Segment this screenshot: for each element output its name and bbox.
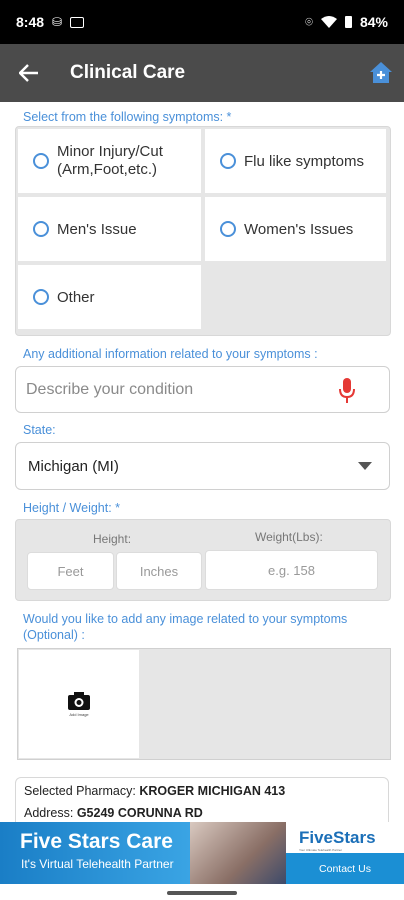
radio-icon — [33, 153, 49, 169]
inches-placeholder: Inches — [139, 563, 179, 579]
wifi-icon — [320, 16, 337, 28]
gesture-handle[interactable] — [167, 891, 237, 895]
additional-info-label: Any additional information related to yo… — [23, 347, 318, 361]
condition-input[interactable]: Describe your condition — [15, 366, 390, 413]
weight-placeholder: e.g. 158 — [268, 562, 315, 578]
symptom-label: Other — [57, 288, 95, 306]
height-label: Height: — [93, 532, 132, 546]
notification-icon: ⛁ — [52, 15, 63, 29]
image-upload-label-line1: Would you like to add any image related … — [23, 612, 348, 626]
radio-icon — [220, 221, 236, 237]
image-upload-label-line2: (Optional) : — [23, 628, 85, 642]
feet-input[interactable]: Feet — [27, 552, 114, 590]
symptom-label: Men's Issue — [57, 220, 137, 238]
back-arrow-icon — [19, 64, 38, 82]
symptom-label-line1: Minor Injury/Cut — [57, 143, 163, 160]
radio-icon — [33, 221, 49, 237]
form-content[interactable]: Select from the following symptoms: * Mi… — [0, 102, 404, 822]
ad-banner[interactable]: Five Stars Care It's Virtual Telehealth … — [0, 822, 404, 884]
symptom-label: Flu like symptoms — [244, 152, 365, 170]
navigation-bar — [0, 884, 404, 900]
image-upload-label: Would you like to add any image related … — [23, 611, 347, 643]
radio-icon — [220, 153, 236, 169]
home-icon[interactable] — [368, 59, 394, 85]
address-row: Address: G5249 CORUNNA RD — [24, 806, 380, 820]
app-bar: Clinical Care — [0, 44, 404, 102]
page-title: Clinical Care — [70, 62, 186, 83]
height-weight-group: Height: Weight(Lbs): Feet Inches e.g. 15… — [15, 519, 391, 601]
symptom-option-other[interactable]: Other — [18, 265, 201, 329]
inches-input[interactable]: Inches — [116, 552, 202, 590]
add-image-caption: Add Image — [69, 712, 89, 717]
banner-subtitle: It's Virtual Telehealth Partner — [21, 857, 174, 871]
symptom-label: Minor Injury/Cut (Arm,Foot,etc.) — [57, 143, 163, 179]
location-icon: ⌾ — [305, 14, 313, 29]
banner-brand-panel: FiveStars Your Ultimate Telehealth Partn… — [286, 822, 404, 884]
state-value: Michigan (MI) — [28, 457, 119, 475]
pharmacy-card: Selected Pharmacy: KROGER MICHIGAN 413 A… — [15, 777, 389, 822]
back-button[interactable] — [0, 44, 58, 102]
symptom-option-womens-issues[interactable]: Women's Issues — [205, 197, 386, 261]
battery-level: 84% — [359, 14, 388, 30]
camera-icon — [68, 692, 90, 710]
contact-us-button[interactable]: Contact Us — [286, 853, 404, 884]
symptom-option-minor-injury[interactable]: Minor Injury/Cut (Arm,Foot,etc.) — [18, 129, 201, 193]
state-label: State: — [23, 423, 56, 437]
state-dropdown[interactable]: Michigan (MI) — [15, 442, 390, 490]
status-bar: 8:48 ⛁ ⌾ 84% — [0, 0, 404, 44]
weight-label: Weight(Lbs): — [255, 530, 323, 544]
pharmacy-row: Selected Pharmacy: KROGER MICHIGAN 413 — [24, 784, 380, 798]
symptom-option-flu[interactable]: Flu like symptoms — [205, 129, 386, 193]
address-label: Address: — [24, 806, 74, 820]
battery-icon — [344, 16, 352, 28]
banner-title: Five Stars Care — [20, 830, 173, 853]
dropdown-arrow-icon — [358, 462, 372, 470]
symptoms-group: Minor Injury/Cut (Arm,Foot,etc.) Flu lik… — [15, 126, 391, 336]
message-icon — [70, 16, 85, 28]
feet-placeholder: Feet — [57, 563, 84, 579]
radio-icon — [33, 289, 49, 305]
pharmacy-name: KROGER MICHIGAN 413 — [139, 784, 286, 798]
symptoms-label: Select from the following symptoms: * — [23, 110, 232, 124]
add-image-button[interactable]: Add Image — [19, 650, 139, 758]
microphone-icon[interactable] — [339, 378, 355, 404]
banner-photo — [190, 822, 286, 884]
pharmacy-label: Selected Pharmacy: — [24, 784, 136, 798]
address-value: G5249 CORUNNA RD — [76, 806, 203, 820]
image-upload-area: Add Image — [17, 648, 391, 760]
symptom-option-mens-issue[interactable]: Men's Issue — [18, 197, 201, 261]
symptom-label-line2: (Arm,Foot,etc.) — [57, 161, 158, 178]
weight-input[interactable]: e.g. 158 — [205, 550, 378, 590]
height-weight-label: Height / Weight: * — [23, 501, 121, 515]
condition-placeholder: Describe your condition — [26, 380, 194, 398]
banner-brand: FiveStars — [299, 828, 376, 847]
status-time: 8:48 — [16, 14, 45, 30]
banner-brand-tagline: Your Ultimate Telehealth Partner — [299, 848, 343, 852]
symptom-label: Women's Issues — [244, 220, 354, 238]
